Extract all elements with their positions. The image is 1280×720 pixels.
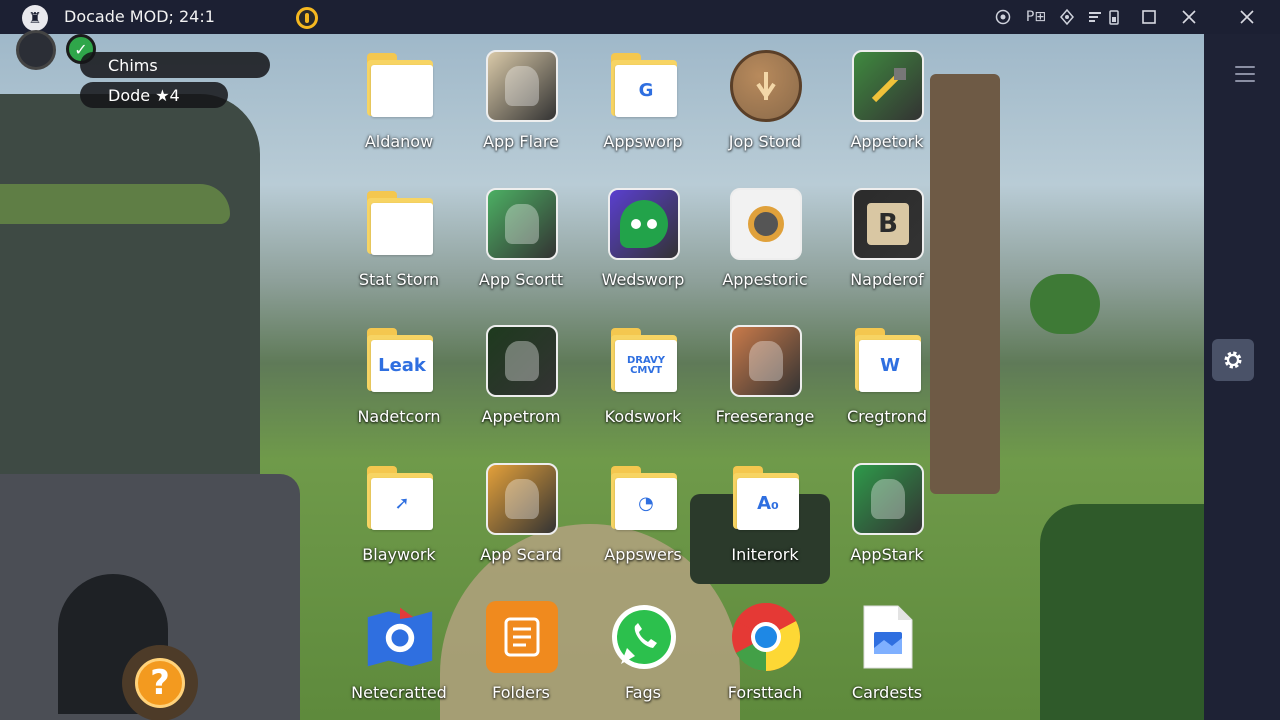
netecratted-icon — [364, 601, 436, 673]
chrome-icon — [730, 601, 802, 673]
app-kodswork[interactable]: DRAVY CMVT Kodswork — [578, 309, 708, 431]
hamburger-menu-icon[interactable] — [1235, 66, 1255, 82]
app-jop-stord[interactable]: Jop Stord — [700, 34, 830, 156]
appetork-icon — [852, 50, 924, 122]
app-appestoric[interactable]: Appestoric — [700, 172, 830, 294]
target-icon[interactable] — [994, 6, 1012, 28]
app-netecratted[interactable]: Netecratted — [334, 585, 464, 707]
app-stat-storn[interactable]: Stat Storn — [334, 172, 464, 294]
folder-google-icon: G — [608, 50, 680, 122]
app-blaywork[interactable]: ➚ Blaywork — [334, 447, 464, 569]
app-folders[interactable]: Folders — [456, 585, 586, 707]
folder-icon — [364, 188, 436, 260]
signal-icon[interactable] — [1086, 6, 1104, 28]
napderof-icon: B — [852, 188, 924, 260]
app-label: Napderof — [850, 270, 924, 289]
screen-record-text[interactable]: P⊞ — [1020, 6, 1052, 28]
jop-stord-icon — [730, 50, 802, 122]
maximize-button[interactable] — [1136, 4, 1162, 30]
folder-badge: A₀ — [757, 492, 779, 514]
app-scard-icon — [486, 463, 558, 535]
app-forsttach[interactable]: Forsttach — [700, 585, 830, 707]
app-label: AppStark — [850, 545, 924, 564]
gear-icon[interactable] — [1212, 339, 1254, 381]
app-initerork[interactable]: A₀ Initerork — [700, 447, 830, 569]
coin-icon[interactable] — [296, 7, 318, 29]
game-logo-icon: ♜ — [22, 5, 48, 31]
appstark-icon — [852, 463, 924, 535]
title-bar: ♜ Docade MOD; 24:1 P⊞ — [0, 0, 1280, 34]
cliff-left — [0, 94, 260, 514]
hud-pill-dode[interactable]: Dode ★4 — [80, 82, 228, 108]
app-label: Appetork — [850, 132, 924, 151]
app-napderof[interactable]: B Napderof — [822, 172, 952, 294]
folder-kodswork-icon: DRAVY CMVT — [608, 325, 680, 397]
app-appswers[interactable]: ◔ Appswers — [578, 447, 708, 569]
help-button[interactable]: ? — [122, 645, 198, 720]
wedsworp-icon — [608, 188, 680, 260]
app-app-scortt[interactable]: App Scortt — [456, 172, 586, 294]
folder-blaywork-icon: ➚ — [364, 463, 436, 535]
app-app-flare[interactable]: App Flare — [456, 34, 586, 156]
folder-badge: DRAVY CMVT — [626, 354, 666, 376]
battery-icon — [1108, 6, 1120, 28]
folder-cregtrond-icon: W — [852, 325, 924, 397]
app-label: Cardests — [851, 683, 923, 702]
freeserange-icon — [730, 325, 802, 397]
cliff-left-top — [0, 184, 230, 224]
app-appetork[interactable]: Appetork — [822, 34, 952, 156]
app-aldanow[interactable]: Aldanow — [334, 34, 464, 156]
hedge-right — [1040, 504, 1204, 720]
app-nadetcorn[interactable]: Leak Nadetcorn — [334, 309, 464, 431]
folders-notes-icon — [486, 601, 558, 673]
folder-badge: ➚ — [394, 492, 410, 514]
folder-icon — [364, 50, 436, 122]
whatsapp-icon — [608, 601, 680, 673]
app-wedsworp[interactable]: Wedsworp — [578, 172, 708, 294]
app-appetrom[interactable]: Appetrom — [456, 309, 586, 431]
close-icon[interactable] — [1234, 4, 1260, 30]
docs-file-icon — [852, 601, 924, 673]
app-freeserange[interactable]: Freeserange — [700, 309, 830, 431]
app-fags[interactable]: Fags — [578, 585, 708, 707]
folder-badge: G — [638, 79, 654, 101]
app-appstark[interactable]: AppStark — [822, 447, 952, 569]
question-icon: ? — [135, 658, 185, 708]
location-icon[interactable] — [1058, 6, 1076, 28]
appestoric-icon — [730, 188, 802, 260]
app-scortt-icon — [486, 188, 558, 260]
app-appsworp[interactable]: G Appsworp — [578, 34, 708, 156]
app-cardests[interactable]: Cardests — [822, 585, 952, 707]
folder-badge: ◔ — [638, 492, 654, 514]
tree-right — [1030, 274, 1100, 334]
minimize-close-button[interactable] — [1176, 4, 1202, 30]
app-cregtrond[interactable]: W Cregtrond — [822, 309, 952, 431]
folder-initerork-icon: A₀ — [730, 463, 802, 535]
app-label: Cregtrond — [847, 407, 927, 426]
folder-badge: Leak — [378, 354, 426, 376]
hud-pill-chims[interactable]: Chims — [80, 52, 270, 78]
folder-leak-icon: Leak — [364, 325, 436, 397]
app-app-scard[interactable]: App Scard — [456, 447, 586, 569]
folder-appswers-icon: ◔ — [608, 463, 680, 535]
app-flare-icon — [486, 50, 558, 122]
folder-badge: W — [880, 354, 900, 376]
appetrom-icon — [486, 325, 558, 397]
window-title: Docade MOD; 24:1 — [64, 7, 215, 26]
player-avatar[interactable] — [16, 30, 56, 70]
